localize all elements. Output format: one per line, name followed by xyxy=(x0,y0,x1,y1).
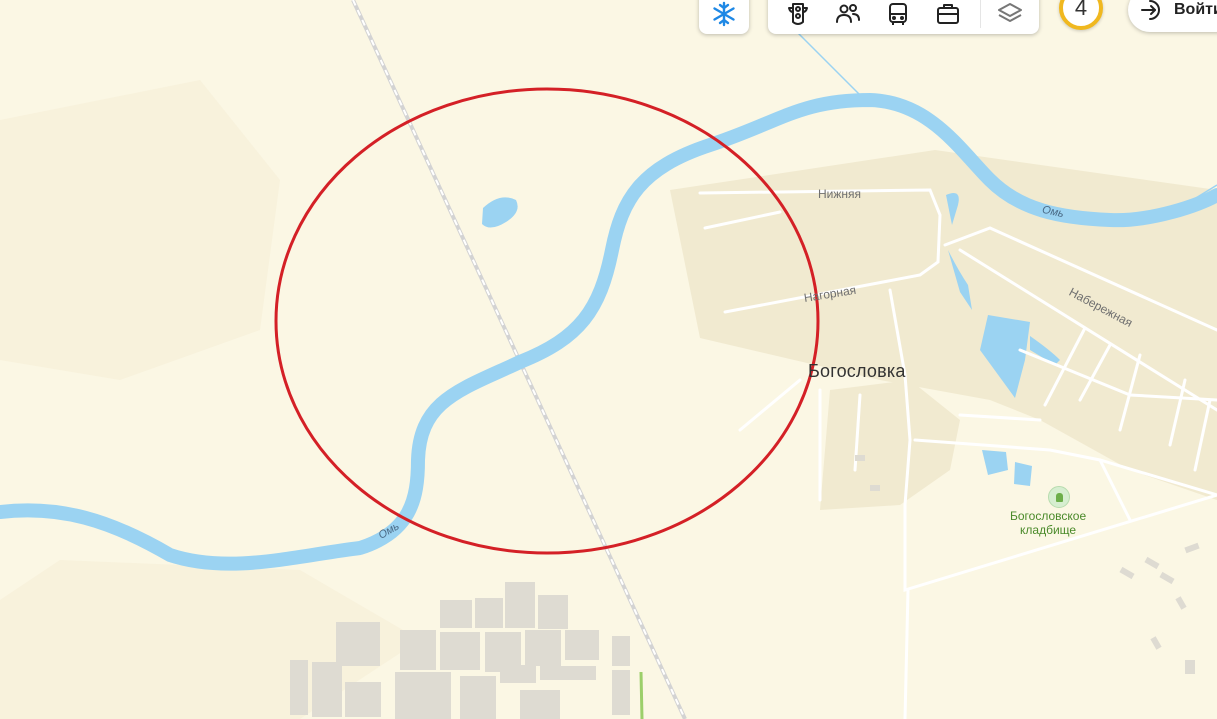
winter-mode-control xyxy=(699,0,749,34)
layers-button[interactable] xyxy=(990,0,1030,34)
people-button[interactable] xyxy=(828,0,868,34)
business-button[interactable] xyxy=(928,0,968,34)
traffic-button[interactable] xyxy=(778,0,818,34)
toolbar-divider xyxy=(980,0,981,28)
map-canvas[interactable] xyxy=(0,0,1217,719)
settlement-area xyxy=(670,150,1217,510)
login-icon xyxy=(1141,0,1160,20)
bus-icon xyxy=(889,3,907,25)
cemetery-icon[interactable] xyxy=(1048,486,1070,508)
winter-mode-button[interactable] xyxy=(704,0,744,34)
green-path xyxy=(639,671,644,719)
briefcase-icon xyxy=(937,4,959,24)
login-label: Войти xyxy=(1174,1,1217,18)
map-layers-toolbar xyxy=(768,0,1039,34)
cemetery-label-line2: кладбище xyxy=(1020,523,1077,537)
settlement-label[interactable]: Богословка xyxy=(808,361,906,382)
cemetery-label[interactable]: Богословское кладбище xyxy=(1010,509,1086,537)
transport-button[interactable] xyxy=(878,0,918,34)
traffic-light-icon xyxy=(788,3,808,25)
login-button[interactable]: Войти xyxy=(1128,0,1217,32)
cemetery-label-line1: Богословское xyxy=(1010,509,1087,523)
street-label-nizhnyaya: Нижняя xyxy=(818,187,862,201)
snowflake-icon xyxy=(713,1,735,27)
layers-icon xyxy=(998,3,1022,22)
people-icon xyxy=(836,4,860,23)
